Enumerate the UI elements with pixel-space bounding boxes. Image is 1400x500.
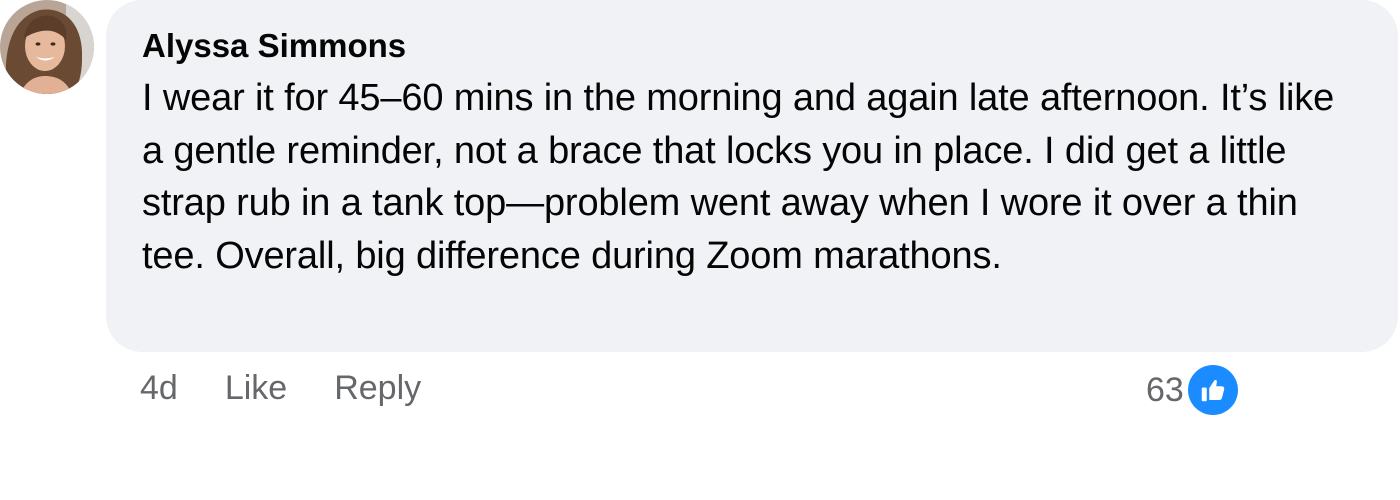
reaction-count: 63 bbox=[1146, 370, 1184, 409]
reply-button[interactable]: Reply bbox=[334, 369, 421, 408]
comment-text: I wear it for 45–60 mins in the morning … bbox=[142, 77, 1335, 277]
comment-bubble: Alyssa Simmons I wear it for 45–60 mins … bbox=[106, 0, 1398, 352]
avatar-photo bbox=[0, 0, 94, 94]
thumbs-up-icon bbox=[1187, 365, 1238, 415]
comment-author[interactable]: Alyssa Simmons bbox=[142, 26, 1362, 66]
avatar[interactable] bbox=[0, 0, 94, 94]
reaction-summary[interactable]: 63 bbox=[1146, 362, 1240, 418]
like-button[interactable]: Like bbox=[225, 369, 287, 408]
comment-actions: 4d Like Reply bbox=[140, 366, 468, 410]
comment-timestamp[interactable]: 4d bbox=[140, 369, 178, 408]
like-reaction-badge bbox=[1185, 363, 1240, 417]
